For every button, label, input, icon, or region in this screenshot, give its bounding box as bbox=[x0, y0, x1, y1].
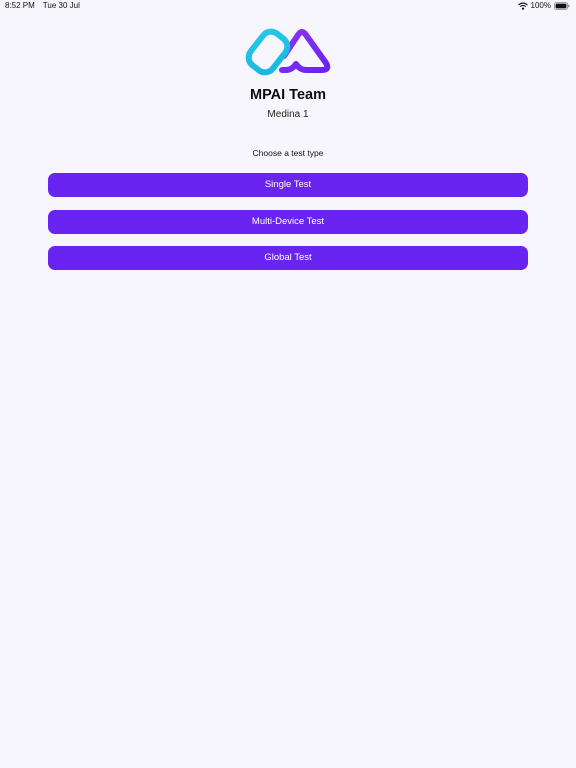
battery-percent: 100% bbox=[530, 1, 551, 10]
wifi-icon bbox=[517, 2, 528, 10]
team-name: MPAI Team bbox=[249, 87, 326, 103]
status-right: 100% bbox=[517, 0, 570, 12]
test-type-prompt: Choose a test type bbox=[252, 148, 324, 158]
status-date: Tue 30 Jul bbox=[42, 1, 80, 10]
status-bar: 8:52 PM Tue 30 Jul 100% bbox=[0, 0, 576, 12]
status-time: 8:52 PM bbox=[5, 1, 35, 10]
global-test-button[interactable]: Global Test bbox=[48, 246, 528, 270]
status-left: 8:52 PM Tue 30 Jul bbox=[5, 0, 80, 12]
location-label: Medina 1 bbox=[267, 109, 309, 120]
battery-full-icon bbox=[554, 2, 570, 10]
multi-device-test-button[interactable]: Multi-Device Test bbox=[48, 210, 528, 234]
single-test-button[interactable]: Single Test bbox=[48, 173, 528, 197]
linked-shapes-logo bbox=[245, 28, 331, 76]
